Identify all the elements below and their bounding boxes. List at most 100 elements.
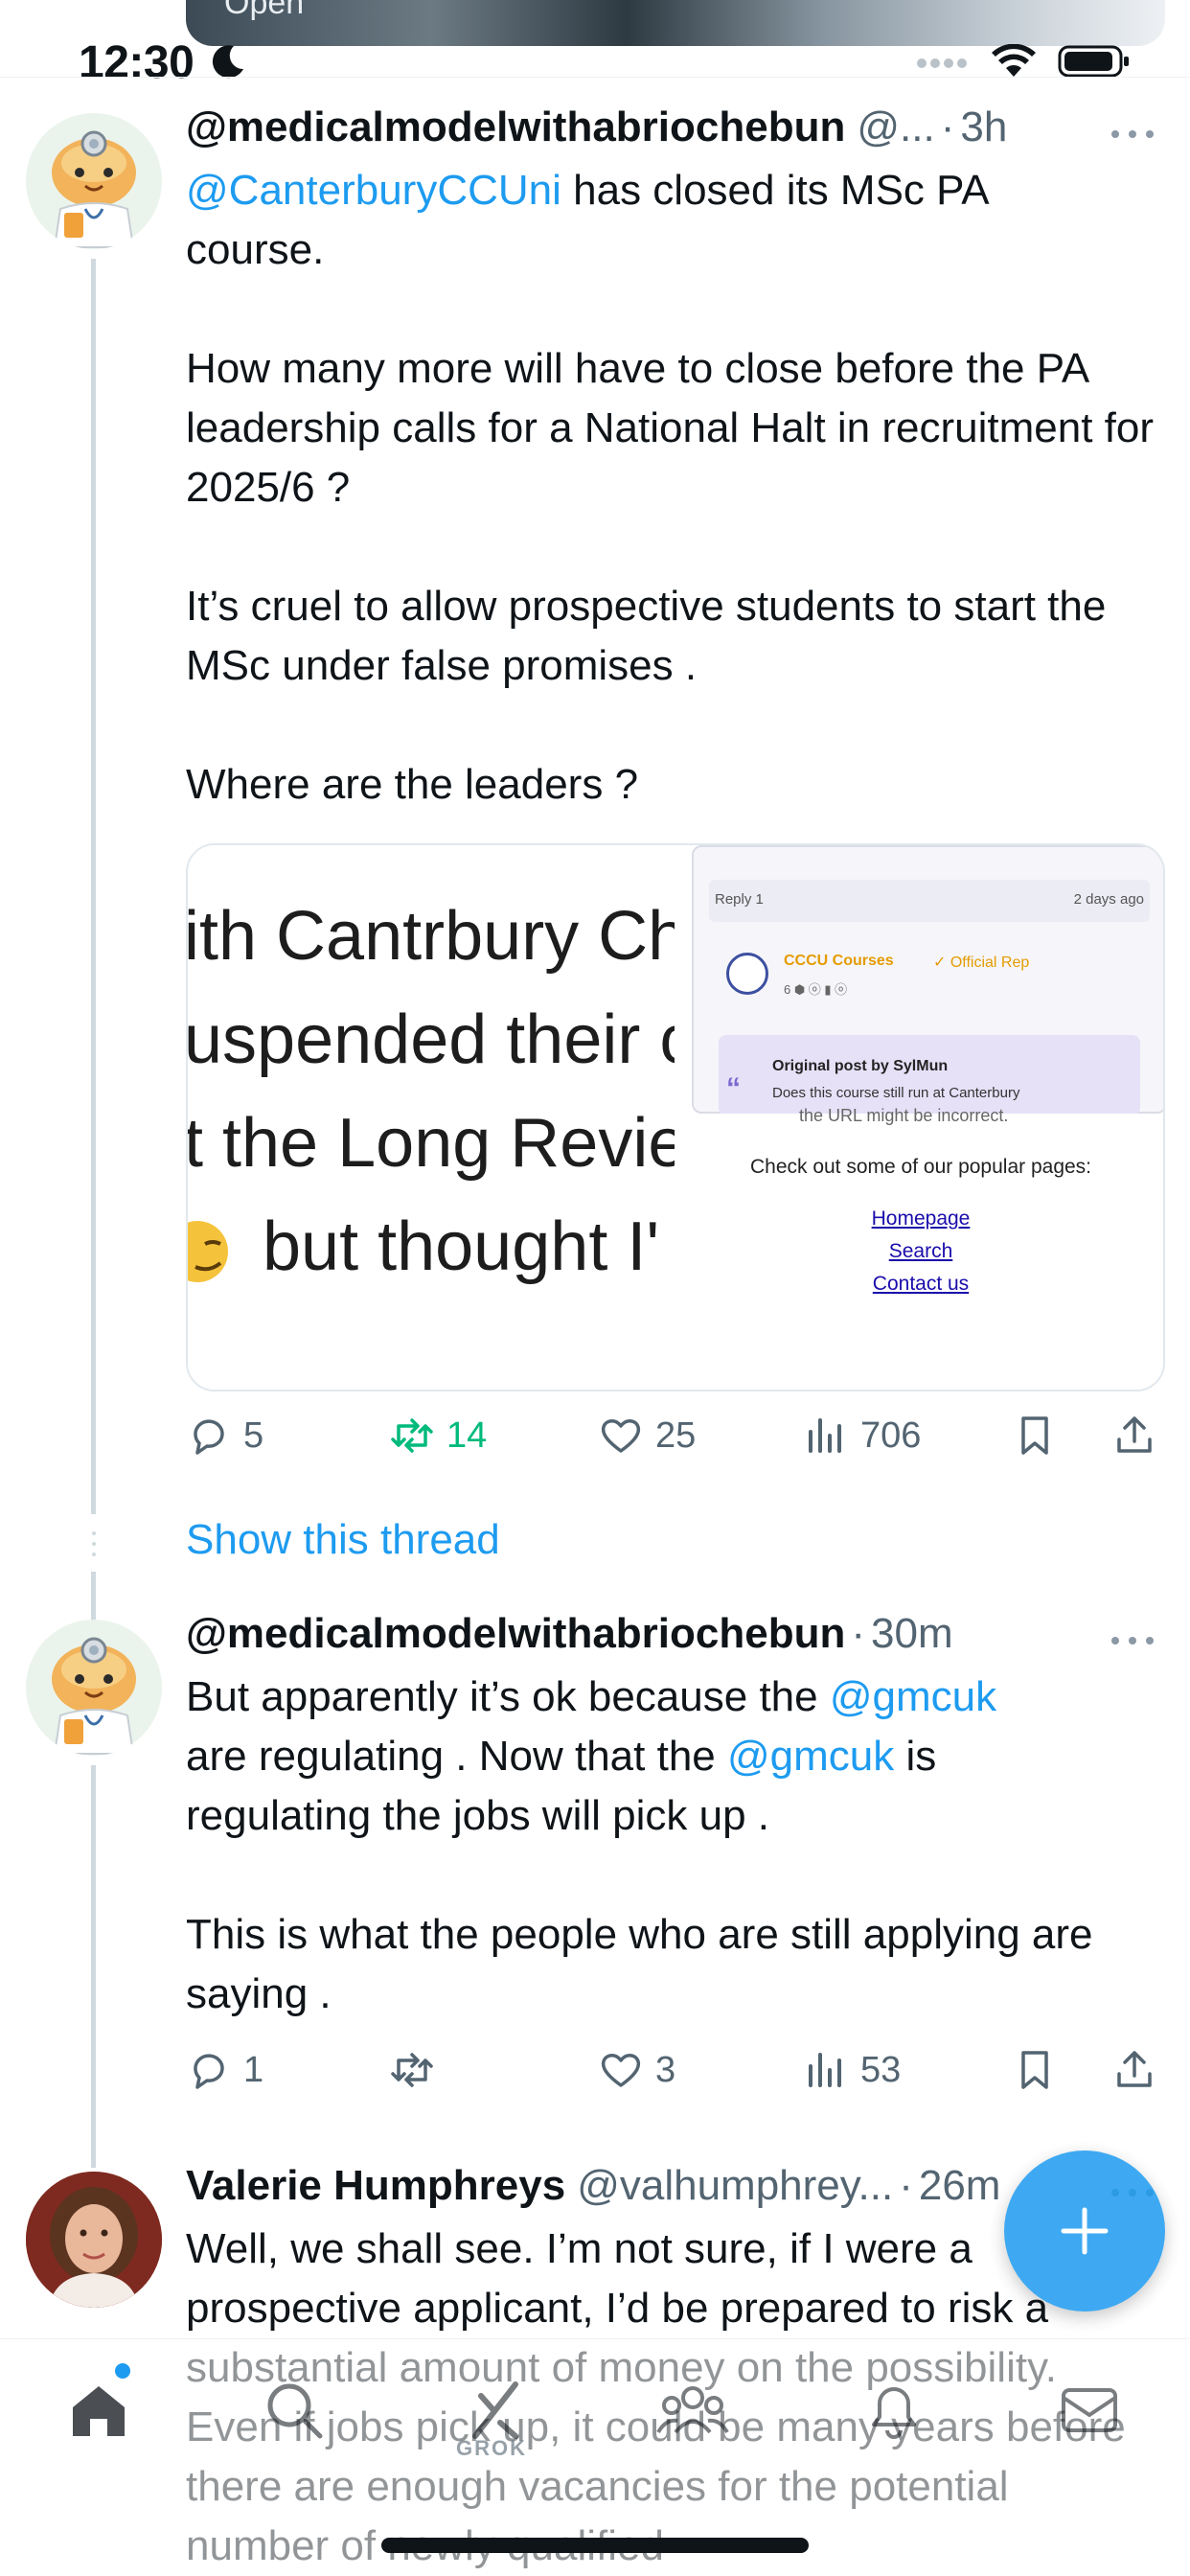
wink-emoji-icon bbox=[188, 1221, 228, 1282]
reply-icon bbox=[194, 2054, 224, 2089]
more-options-icon[interactable] bbox=[1106, 1620, 1159, 1662]
share-button[interactable] bbox=[1111, 1413, 1157, 1459]
media-text-line: uspended their c bbox=[188, 1001, 675, 1078]
nav-search[interactable] bbox=[241, 2358, 347, 2463]
link-search: Search bbox=[888, 1240, 953, 1262]
display-name[interactable]: @medicalmodelwithabriochebun bbox=[186, 104, 845, 151]
nav-notifications[interactable] bbox=[841, 2358, 947, 2463]
retweet-count: 14 bbox=[446, 1414, 488, 1456]
tweet-text-part: regulating the jobs will pick up . This … bbox=[186, 1792, 1093, 2017]
reply-button[interactable]: 1 bbox=[186, 2047, 263, 2093]
bookmark-icon bbox=[1021, 2051, 1048, 2089]
share-button[interactable] bbox=[1111, 2047, 1157, 2093]
timestamp[interactable]: 26m bbox=[919, 2162, 1001, 2210]
brioche-bun-doctor-avatar-icon bbox=[52, 1637, 136, 1755]
account-stats: 6 ⬢ ⓞ ▮ ⓞ bbox=[784, 982, 848, 997]
separator: · bbox=[899, 2162, 913, 2209]
like-count: 25 bbox=[655, 1414, 697, 1456]
share-icon bbox=[1117, 2051, 1152, 2087]
link-contact: Contact us bbox=[872, 1273, 970, 1295]
media-text-line: ith Cantrbury Ch bbox=[188, 898, 675, 975]
mention-link[interactable]: @CanterburyCCUni bbox=[186, 167, 561, 214]
avatar[interactable] bbox=[26, 113, 162, 249]
reply-count: 1 bbox=[243, 2049, 264, 2090]
moon-icon bbox=[212, 45, 243, 79]
battery-icon bbox=[1058, 45, 1129, 78]
show-thread-link[interactable]: Show this thread bbox=[186, 1516, 500, 1564]
media-image-forum-reply[interactable]: Reply 1 2 days ago CCCU Courses ✓ Offici… bbox=[692, 845, 1163, 1116]
handle[interactable]: @... bbox=[857, 104, 934, 151]
avatar[interactable] bbox=[26, 2172, 162, 2308]
official-rep-badge: ✓ Official Rep bbox=[933, 954, 1030, 971]
popular-pages-title: Check out some of our popular pages: bbox=[749, 1156, 1092, 1178]
nav-home[interactable] bbox=[46, 2358, 151, 2463]
share-icon bbox=[1117, 1416, 1152, 1453]
cccu-logo-icon bbox=[726, 953, 768, 995]
thread-line bbox=[91, 1765, 96, 2168]
nav-communities[interactable] bbox=[640, 2358, 745, 2463]
timestamp[interactable]: 30m bbox=[871, 1610, 953, 1658]
nav-messages[interactable] bbox=[1037, 2358, 1142, 2463]
tweet-text: @CanterburyCCUni has closed its MSc PA c… bbox=[186, 161, 1159, 815]
views-button[interactable]: 53 bbox=[803, 2047, 901, 2093]
top-media-strip[interactable]: Open bbox=[186, 0, 1165, 46]
home-notification-dot bbox=[115, 2363, 130, 2379]
handle[interactable]: @valhumphrey... bbox=[577, 2162, 893, 2210]
thread-dots bbox=[92, 1531, 96, 1556]
tweet-text-part: are regulating . Now that the bbox=[186, 1733, 727, 1780]
retweet-button[interactable] bbox=[389, 2047, 446, 2093]
home-icon bbox=[73, 2386, 125, 2436]
media-image-left[interactable]: ith Cantrbury Ch uspended their c t the … bbox=[188, 845, 675, 1390]
cut-off-text: the URL might be incorrect. bbox=[799, 1106, 1009, 1125]
tweet-header: @medicalmodelwithabriochebun · 30m bbox=[186, 1610, 1159, 1671]
valerie-profile-photo-icon bbox=[26, 2172, 162, 2308]
media-image-error-page[interactable]: the URL might be incorrect. Check out so… bbox=[675, 1106, 1163, 1390]
grok-icon bbox=[472, 2381, 518, 2439]
retweet-button[interactable]: 14 bbox=[389, 1413, 487, 1459]
retweet-icon bbox=[391, 2053, 433, 2087]
reply-icon bbox=[194, 1419, 224, 1455]
tweet-1[interactable]: @medicalmodelwithabriochebun @... · 3h @… bbox=[186, 104, 1159, 815]
quote-title: Original post by SylMun bbox=[772, 1058, 949, 1074]
like-button[interactable]: 25 bbox=[598, 1413, 696, 1459]
bookmark-icon bbox=[1021, 1416, 1048, 1455]
quote-text: Does this course still run at Canterbury bbox=[772, 1085, 1020, 1101]
thread-line bbox=[91, 259, 96, 1514]
status-time: 12:30 bbox=[79, 37, 195, 88]
tweet-header: @medicalmodelwithabriochebun @... · 3h bbox=[186, 104, 1159, 165]
tweet-text-part: is bbox=[894, 1733, 937, 1780]
plus-icon bbox=[1061, 2207, 1109, 2255]
reply-count: 5 bbox=[243, 1414, 264, 1456]
mention-link[interactable]: @gmcuk bbox=[727, 1733, 894, 1780]
timestamp[interactable]: 3h bbox=[960, 104, 1007, 151]
bell-icon bbox=[872, 2387, 916, 2439]
wifi-icon bbox=[992, 44, 1036, 77]
home-indicator[interactable] bbox=[381, 2538, 809, 2553]
search-icon bbox=[267, 2383, 323, 2439]
tweet-text-body: has closed its MSc PA course. How many m… bbox=[186, 167, 1155, 808]
views-count: 706 bbox=[860, 1414, 922, 1456]
quote-box bbox=[719, 1035, 1140, 1116]
account-name: CCCU Courses bbox=[784, 953, 894, 969]
more-options-icon[interactable] bbox=[1106, 113, 1159, 155]
views-count: 53 bbox=[860, 2049, 902, 2090]
link-homepage: Homepage bbox=[871, 1208, 971, 1230]
tweet-text: But apparently it’s ok because the @gmcu… bbox=[186, 1668, 1159, 2024]
display-name[interactable]: Valerie Humphreys bbox=[186, 2162, 565, 2210]
bookmark-button[interactable] bbox=[1012, 1413, 1058, 1459]
reply-button[interactable]: 5 bbox=[186, 1413, 263, 1459]
tweet-2[interactable]: @medicalmodelwithabriochebun · 30m But a… bbox=[186, 1610, 1159, 2024]
avatar[interactable] bbox=[26, 1620, 162, 1756]
bookmark-button[interactable] bbox=[1012, 2047, 1058, 2093]
views-icon bbox=[809, 1418, 841, 1453]
mention-link[interactable]: @gmcuk bbox=[830, 1673, 996, 1720]
compose-button[interactable] bbox=[1004, 2150, 1165, 2312]
views-button[interactable]: 706 bbox=[803, 1413, 921, 1459]
like-button[interactable]: 3 bbox=[598, 2047, 675, 2093]
media-card[interactable]: ith Cantrbury Ch uspended their c t the … bbox=[186, 843, 1165, 1392]
media-text-line: but thought I' bbox=[263, 1208, 660, 1285]
quote-icon: “ bbox=[726, 1072, 741, 1104]
display-name[interactable]: @medicalmodelwithabriochebun bbox=[186, 1610, 845, 1658]
reply-header: Reply 1 2 days ago bbox=[715, 891, 1144, 908]
separator: · bbox=[940, 104, 955, 150]
